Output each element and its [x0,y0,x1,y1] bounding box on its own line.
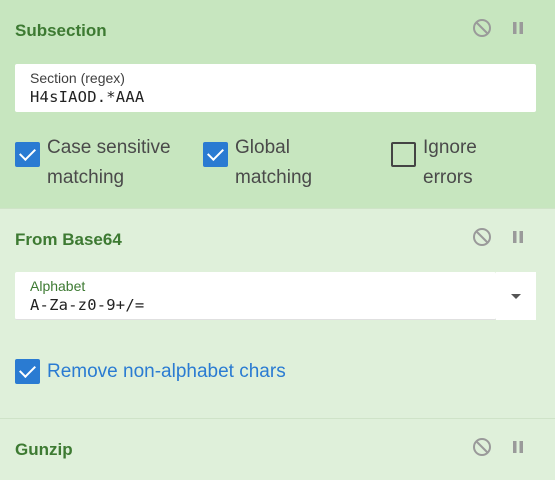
pause-icon[interactable] [508,227,528,247]
checkbox-label: Ignore errors [423,137,477,188]
operation-title: Gunzip [15,440,73,459]
alphabet-dropdown-button[interactable] [496,272,536,320]
checkbox-label: Case sensitive matching [47,137,171,188]
pause-icon[interactable] [508,437,528,457]
checkbox-checked[interactable] [15,359,40,384]
ignore-errors-checkbox[interactable]: Ignore errors [391,133,511,193]
checkbox-checked[interactable] [15,142,40,167]
section-regex-field[interactable]: Section (regex) H4sIAOD.*AAA [15,64,536,112]
checkbox-checked[interactable] [203,142,228,167]
checkbox-label: Remove non-alphabet chars [47,361,286,382]
chevron-down-icon [511,294,521,299]
field-label: Section (regex) [30,70,125,86]
disable-icon[interactable] [472,18,492,38]
field-value[interactable]: H4sIAOD.*AAA [30,88,144,106]
checkbox-label: Global matching [235,137,313,188]
global-matching-checkbox[interactable]: Global matching [203,133,353,193]
operation-gunzip[interactable]: Gunzip [0,418,555,480]
operation-title: Subsection [15,21,107,40]
disable-icon[interactable] [472,227,492,247]
pause-icon[interactable] [508,18,528,38]
operation-subsection[interactable]: Subsection Section (regex) H4sIAOD.*AAA … [0,0,555,208]
checkbox-unchecked[interactable] [391,142,416,167]
disable-icon[interactable] [472,437,492,457]
case-sensitive-checkbox[interactable]: Case sensitive matching [15,133,185,193]
remove-non-alphabet-checkbox[interactable]: Remove non-alphabet chars [15,209,286,387]
